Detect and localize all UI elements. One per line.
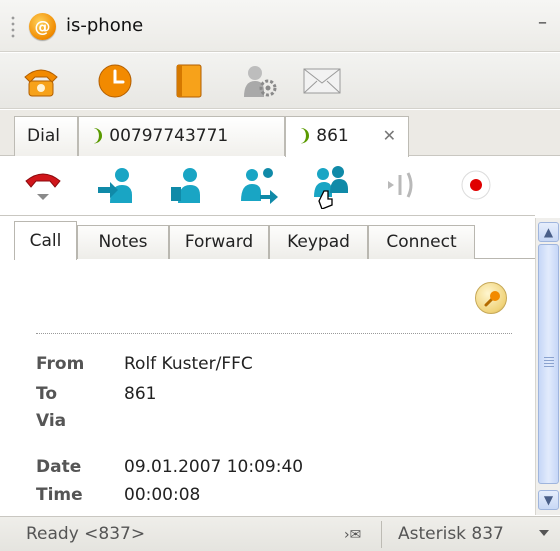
tab-notes[interactable]: Notes: [77, 225, 169, 259]
drag-grip-icon[interactable]: [10, 15, 16, 39]
from-label: From: [36, 354, 85, 374]
status-divider: [381, 521, 382, 548]
app-title: is-phone: [66, 15, 144, 36]
envelope-icon[interactable]: [302, 63, 342, 99]
call-tab-strip: Dial ❩ 00797743771 ❩ 861 ✕: [0, 110, 560, 157]
user-settings-icon[interactable]: [240, 63, 280, 99]
tab-dial[interactable]: Dial: [14, 116, 78, 156]
tab-call-00797743771[interactable]: ❩ 00797743771: [78, 116, 285, 156]
tab-call-861[interactable]: ❩ 861 ✕: [285, 116, 409, 157]
park-icon[interactable]: [380, 165, 422, 205]
main-toolbar: [0, 53, 560, 109]
pin-icon[interactable]: [475, 282, 507, 314]
close-tab-icon[interactable]: ✕: [383, 126, 396, 145]
separator: [36, 333, 512, 334]
status-bar: Ready <837> ›✉ Asterisk 837: [0, 516, 560, 551]
phone-icon[interactable]: [21, 63, 61, 99]
hold-icon[interactable]: [166, 165, 208, 205]
tab-call[interactable]: Call: [14, 221, 77, 260]
server-selector[interactable]: Asterisk 837: [398, 524, 504, 544]
tab-connect[interactable]: Connect: [368, 225, 475, 259]
chevron-down-icon[interactable]: [539, 530, 549, 536]
date-value: 09.01.2007 10:09:40: [124, 457, 304, 477]
date-label: Date: [36, 457, 82, 477]
vertical-scrollbar[interactable]: ▲ ▼: [535, 218, 560, 515]
tab-forward[interactable]: Forward: [169, 225, 269, 259]
title-bar: @ is-phone –: [0, 0, 560, 52]
call-action-bar: [0, 157, 560, 215]
phonebook-icon[interactable]: [168, 63, 208, 99]
tab-call-label: 00797743771: [109, 126, 229, 146]
scroll-thumb[interactable]: [538, 244, 559, 484]
time-label: Time: [36, 485, 83, 505]
conference-icon[interactable]: [310, 165, 352, 210]
phone-handset-icon: ❩: [298, 126, 313, 146]
tab-keypad[interactable]: Keypad: [269, 225, 368, 259]
status-text: Ready <837>: [26, 524, 146, 544]
from-value: Rolf Kuster/FFC: [124, 354, 253, 374]
minimize-button[interactable]: –: [538, 12, 560, 36]
tab-dial-label: Dial: [27, 126, 60, 146]
clock-icon[interactable]: [95, 63, 135, 99]
mail-status-icon[interactable]: ›✉: [344, 527, 361, 543]
transfer-icon[interactable]: [96, 165, 138, 205]
app-logo-icon: @: [29, 13, 56, 40]
to-label: To: [36, 384, 58, 404]
tab-call-label: 861: [316, 126, 349, 146]
scroll-up-button[interactable]: ▲: [538, 222, 559, 242]
hangup-icon[interactable]: [22, 165, 64, 205]
detail-tab-strip: Call Notes Forward Keypad Connect: [14, 221, 535, 260]
scroll-grip-icon: [544, 357, 554, 367]
call-detail-panel: Call Notes Forward Keypad Connect From R…: [0, 215, 535, 515]
scroll-down-button[interactable]: ▼: [538, 490, 559, 510]
via-label: Via: [36, 411, 67, 431]
phone-handset-icon: ❩: [91, 126, 106, 146]
forward-user-icon[interactable]: [238, 165, 280, 205]
to-value: 861: [124, 384, 157, 404]
record-icon[interactable]: [456, 165, 498, 205]
time-value: 00:00:08: [124, 485, 201, 505]
